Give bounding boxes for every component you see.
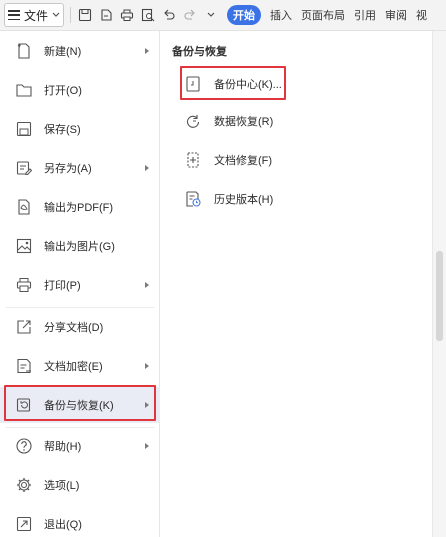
- gear-icon: [14, 475, 34, 495]
- save-as-icon: [14, 158, 34, 178]
- tab-page-layout[interactable]: 页面布局: [301, 7, 345, 23]
- menu-item-options[interactable]: 选项(L): [0, 467, 160, 503]
- data-recovery-icon: [183, 111, 203, 131]
- redo-icon[interactable]: [181, 6, 199, 24]
- toolbar-divider: [70, 7, 72, 23]
- tab-review[interactable]: 审阅: [385, 7, 407, 23]
- file-menu-label: 文件: [24, 8, 49, 23]
- tab-references[interactable]: 引用: [354, 7, 376, 23]
- highlight-box-backup-center: [180, 66, 286, 100]
- tab-insert[interactable]: 插入: [270, 7, 292, 23]
- submenu-title: 备份与恢复: [172, 46, 227, 58]
- save-icon: [14, 119, 34, 139]
- submenu-arrow-icon: [145, 282, 149, 288]
- quick-access-toolbar: 文件 开始 插入 页面布局 引用 审阅 视: [0, 0, 446, 31]
- export-pdf-icon: [14, 197, 34, 217]
- submenu-arrow-icon: [145, 363, 149, 369]
- save-icon[interactable]: [76, 6, 94, 24]
- submenu-item-doc-repair[interactable]: 文档修复(F): [173, 143, 423, 177]
- export-image-icon: [14, 236, 34, 256]
- customize-chevron-icon[interactable]: [202, 6, 220, 24]
- hamburger-icon: [8, 10, 20, 20]
- menu-item-label: 输出为PDF(F): [44, 202, 114, 214]
- undo-icon[interactable]: [160, 6, 178, 24]
- menu-item-export-pdf[interactable]: 输出为PDF(F): [0, 189, 160, 225]
- menu-item-label: 新建(N): [44, 46, 82, 58]
- print-icon: [14, 275, 34, 295]
- help-icon: [14, 436, 34, 456]
- menu-item-open[interactable]: 打开(O): [0, 72, 160, 108]
- encrypt-icon: [14, 356, 34, 376]
- menu-item-export-image[interactable]: 输出为图片(G): [0, 228, 160, 264]
- menu-item-label: 打开(O): [44, 85, 82, 97]
- vertical-scrollbar[interactable]: [432, 31, 446, 537]
- menu-item-exit[interactable]: 退出(Q): [0, 506, 160, 537]
- menu-item-save[interactable]: 保存(S): [0, 111, 160, 147]
- menu-item-encrypt[interactable]: 文档加密(E): [0, 348, 160, 384]
- submenu-item-label: 文档修复(F): [214, 155, 273, 167]
- menu-item-label: 帮助(H): [44, 441, 82, 453]
- submenu-arrow-icon: [145, 48, 149, 54]
- file-menu-button[interactable]: 文件: [4, 3, 65, 27]
- new-file-icon: [14, 41, 34, 61]
- backup-restore-submenu: 备份与恢复 备份中心(K)... 数据恢复(R) 文档修复(F) 历史版本(H): [161, 31, 432, 537]
- share-icon: [14, 317, 34, 337]
- menu-item-save-as[interactable]: 另存为(A): [0, 150, 160, 186]
- menu-item-label: 打印(P): [44, 280, 81, 292]
- print-preview-icon[interactable]: [139, 6, 157, 24]
- menu-divider: [6, 307, 154, 308]
- menu-item-new[interactable]: 新建(N): [0, 33, 160, 69]
- folder-open-icon: [14, 80, 34, 100]
- doc-repair-icon: [183, 150, 203, 170]
- submenu-item-data-recovery[interactable]: 数据恢复(R): [173, 104, 423, 138]
- submenu-item-label: 历史版本(H): [214, 194, 274, 206]
- menu-item-label: 输出为图片(G): [44, 241, 115, 253]
- tab-start[interactable]: 开始: [227, 5, 262, 25]
- menu-item-label: 退出(Q): [44, 519, 82, 531]
- highlight-box-backup-restore: [4, 385, 156, 421]
- menu-item-label: 文档加密(E): [44, 361, 103, 373]
- menu-item-share[interactable]: 分享文档(D): [0, 309, 160, 345]
- print-icon[interactable]: [118, 6, 136, 24]
- menu-item-label: 保存(S): [44, 124, 81, 136]
- scrollbar-thumb[interactable]: [436, 251, 443, 341]
- chevron-down-icon: [52, 11, 60, 19]
- submenu-arrow-icon: [145, 165, 149, 171]
- submenu-item-history-version[interactable]: 历史版本(H): [173, 182, 423, 216]
- menu-item-label: 选项(L): [44, 480, 80, 492]
- submenu-item-label: 数据恢复(R): [214, 116, 274, 128]
- file-menu-panel: 新建(N) 打开(O) 保存(S) 另存为(A) 输出为PDF(F) 输出为图片…: [0, 31, 160, 537]
- export-icon[interactable]: [97, 6, 115, 24]
- exit-icon: [14, 514, 34, 534]
- menu-item-print[interactable]: 打印(P): [0, 267, 160, 303]
- submenu-arrow-icon: [145, 443, 149, 449]
- history-version-icon: [183, 189, 203, 209]
- menu-item-label: 分享文档(D): [44, 322, 104, 334]
- tab-view[interactable]: 视: [416, 7, 427, 23]
- menu-item-label: 另存为(A): [44, 163, 92, 175]
- menu-item-help[interactable]: 帮助(H): [0, 428, 160, 464]
